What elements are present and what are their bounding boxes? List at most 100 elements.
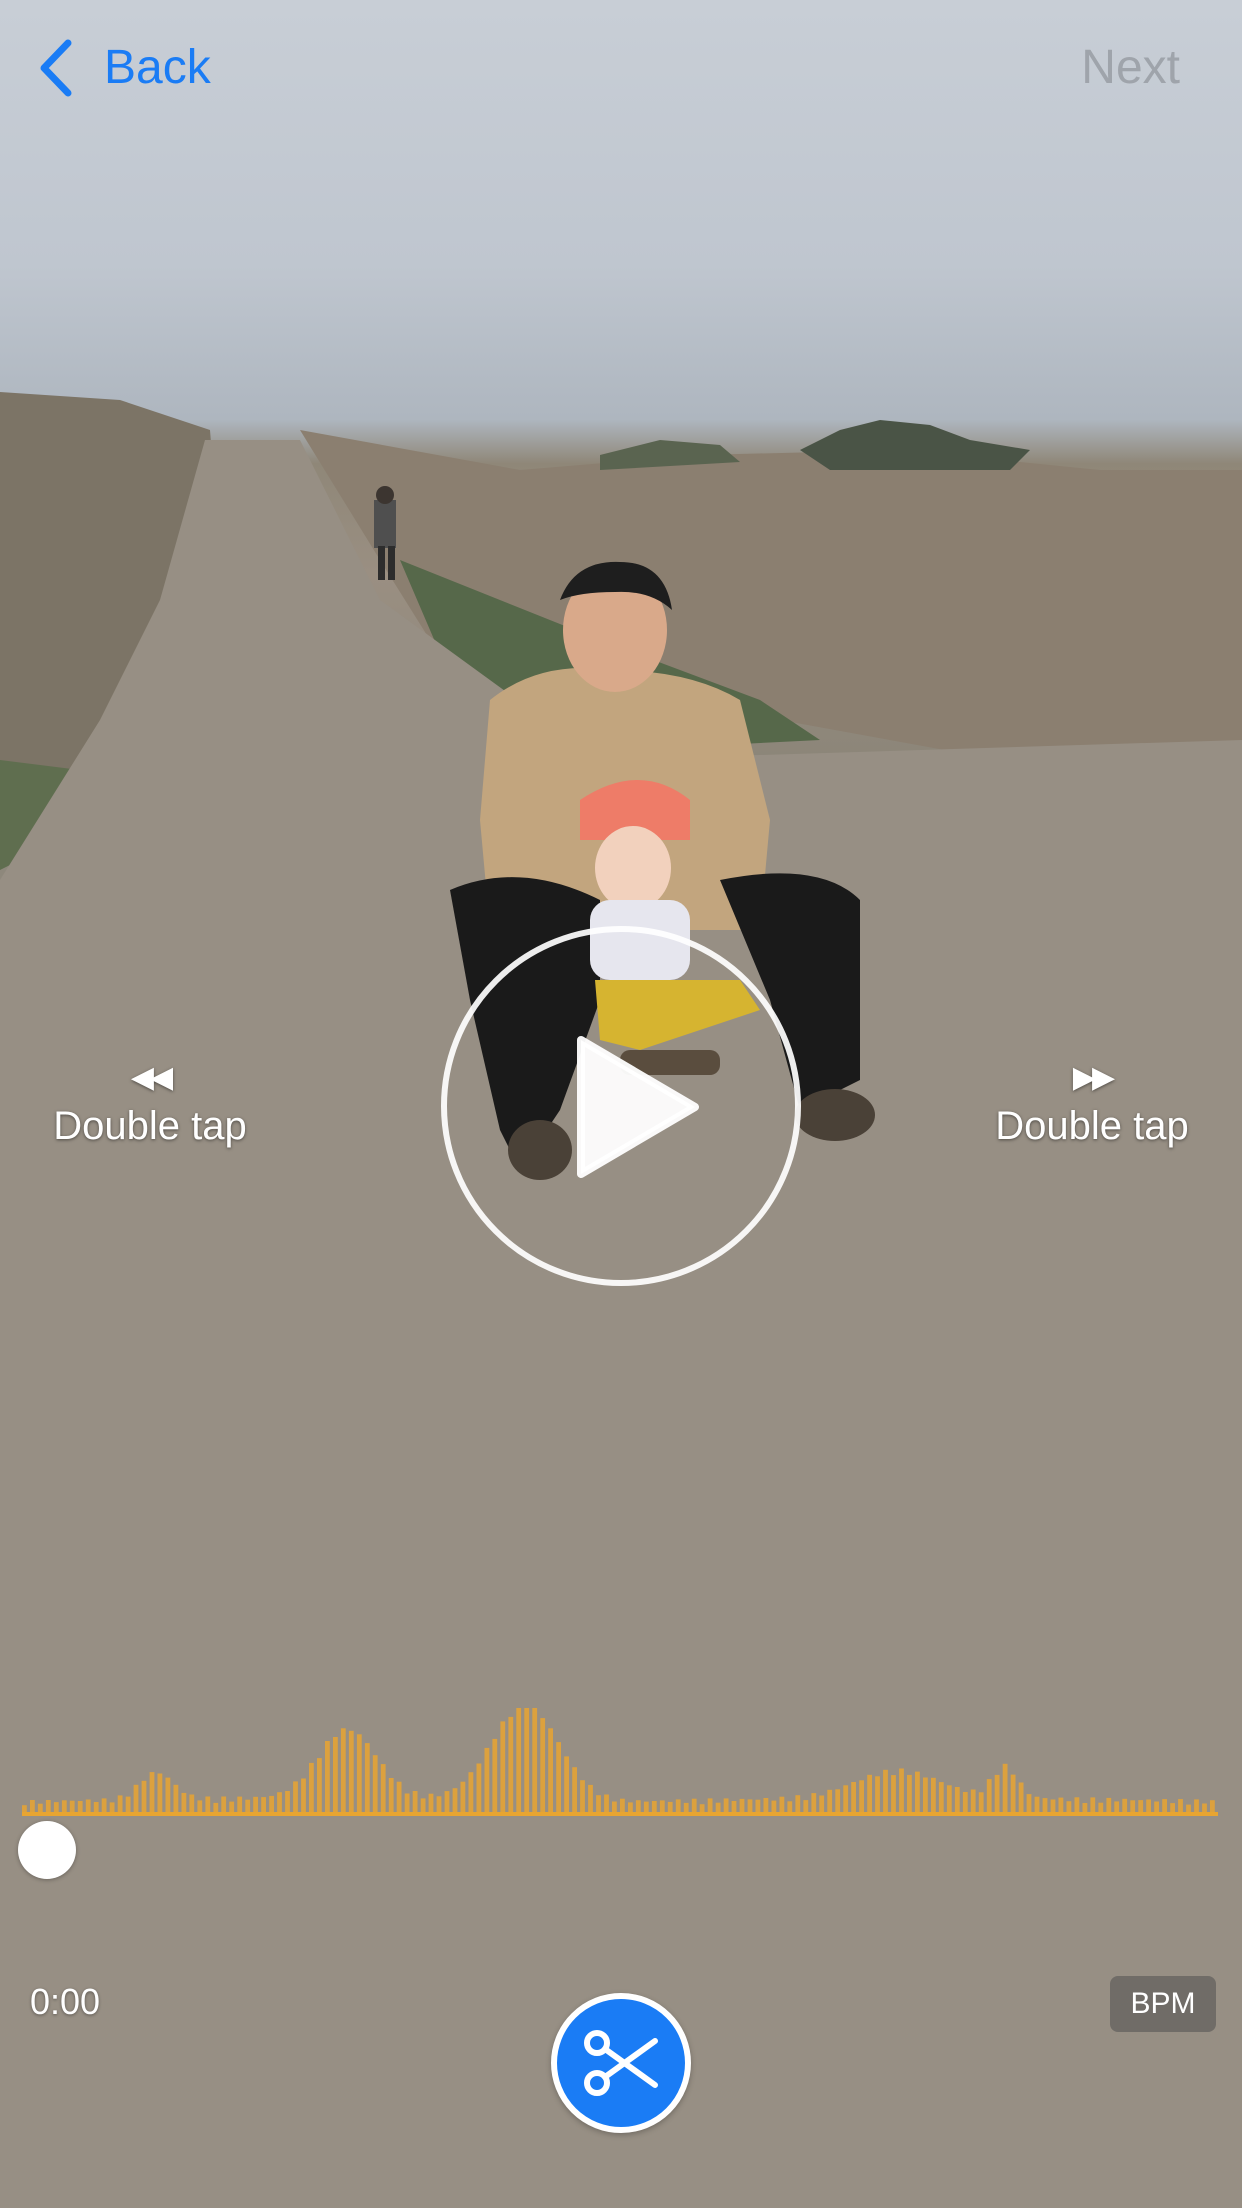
waveform-bar — [197, 1800, 203, 1812]
waveform-bar — [667, 1801, 673, 1812]
waveform-bar — [333, 1737, 338, 1812]
waveform-bar — [524, 1708, 530, 1812]
waveform-bar — [811, 1793, 817, 1812]
waveform-bar — [484, 1747, 490, 1812]
waveform-bar — [819, 1795, 825, 1812]
waveform-bar — [1090, 1797, 1096, 1812]
waveform-bar — [404, 1793, 410, 1812]
waveform-bar — [348, 1730, 354, 1812]
waveform-bar — [779, 1796, 785, 1812]
waveform-bar — [412, 1791, 418, 1812]
waveform-bar — [372, 1755, 378, 1812]
waveform-bar — [516, 1708, 522, 1812]
waveform-bar — [787, 1801, 793, 1812]
waveform-bar — [643, 1801, 649, 1812]
play-button[interactable] — [441, 926, 801, 1286]
chevron-left-icon — [40, 39, 72, 97]
waveform-bar — [835, 1789, 841, 1812]
waveform-bar — [1026, 1794, 1032, 1812]
waveform-bar — [500, 1721, 506, 1812]
waveform-bar — [946, 1785, 952, 1812]
waveform-bar — [875, 1776, 880, 1812]
cut-button[interactable] — [551, 1993, 691, 2133]
waveform-bar — [428, 1793, 434, 1812]
back-button[interactable]: Back — [36, 36, 211, 100]
next-button[interactable]: Next — [1081, 36, 1180, 100]
waveform-bar — [1002, 1763, 1008, 1812]
rewind-hint-label: Double tap — [53, 1104, 247, 1148]
waveform-bar — [843, 1785, 849, 1812]
waveform-bar — [604, 1794, 609, 1812]
back-label: Back — [104, 41, 211, 94]
waveform-bar — [1074, 1797, 1080, 1812]
waveform-bar — [1186, 1804, 1191, 1812]
waveform-bar — [628, 1802, 633, 1812]
waveform-bar — [1114, 1801, 1120, 1812]
waveform-bar — [954, 1787, 960, 1812]
waveform-bar — [45, 1800, 51, 1812]
waveform-bar — [1082, 1803, 1088, 1812]
waveform-bar — [612, 1801, 617, 1812]
navigation-bar: Back Next — [0, 0, 1242, 140]
waveform-bar — [556, 1742, 561, 1812]
waveform-bar — [213, 1802, 219, 1812]
waveform-bar — [157, 1773, 163, 1812]
current-time-label: 0:00 — [30, 1981, 101, 2022]
waveform-bar — [620, 1798, 625, 1812]
waveform-bar — [867, 1774, 872, 1812]
waveform-bar — [356, 1734, 362, 1812]
waveform-bar — [540, 1718, 546, 1812]
waveform-bar — [915, 1771, 920, 1812]
waveform-bar — [309, 1762, 314, 1812]
waveform-bar — [962, 1792, 968, 1812]
scrubber-handle[interactable] — [18, 1821, 76, 1879]
waveform-bar — [53, 1802, 59, 1812]
waveform-bar — [659, 1800, 665, 1812]
waveform-bar — [85, 1799, 91, 1812]
waveform-bar — [229, 1801, 235, 1812]
waveform-bar — [970, 1789, 976, 1812]
waveform-baseline — [22, 1812, 1218, 1816]
waveform-bar — [181, 1792, 187, 1812]
waveform-bar — [253, 1796, 258, 1812]
waveform-bar — [572, 1767, 577, 1812]
waveform-bar — [771, 1800, 777, 1812]
waveform-bar — [938, 1782, 944, 1812]
waveform-bar — [986, 1779, 992, 1812]
waveform-bar — [141, 1780, 147, 1812]
audio-waveform[interactable] — [22, 1700, 1218, 1820]
forward-hint-label: Double tap — [995, 1104, 1189, 1148]
waveform-bar — [715, 1802, 721, 1812]
waveform-bar — [22, 1805, 27, 1812]
waveform-bar — [133, 1784, 139, 1812]
waveform-bar — [468, 1772, 474, 1812]
play-icon — [577, 1036, 699, 1178]
waveform-bar — [747, 1799, 753, 1812]
waveform-bar — [269, 1795, 274, 1812]
forward-double-tap-zone[interactable]: ▶▶ Double tap — [972, 1058, 1212, 1154]
waveform-bar — [149, 1772, 155, 1812]
rewind-double-tap-zone[interactable]: ◀◀ Double tap — [30, 1058, 270, 1154]
waveform-bar — [69, 1800, 75, 1812]
waveform-bar — [1202, 1803, 1207, 1812]
waveform-bar — [173, 1784, 179, 1812]
waveform-bar — [101, 1798, 107, 1812]
waveform-bar — [803, 1800, 809, 1812]
waveform-bar — [635, 1800, 641, 1812]
waveform-bar — [923, 1777, 928, 1812]
waveform-bar — [61, 1800, 67, 1812]
waveform-bar — [795, 1795, 801, 1812]
waveform-bar — [420, 1798, 426, 1812]
waveform-bar — [1058, 1797, 1064, 1812]
waveform-bar — [827, 1789, 833, 1812]
waveform-bar — [77, 1801, 83, 1812]
waveform-bar — [396, 1781, 402, 1812]
waveform-bar — [723, 1798, 729, 1812]
waveform-bar — [1010, 1774, 1016, 1812]
waveform-bar — [588, 1784, 593, 1812]
waveform-bar — [699, 1804, 705, 1812]
waveform-bar — [30, 1800, 35, 1812]
bpm-button[interactable]: BPM — [1110, 1976, 1216, 2032]
waveform-bar — [492, 1738, 498, 1812]
waveform-bar — [380, 1764, 386, 1812]
